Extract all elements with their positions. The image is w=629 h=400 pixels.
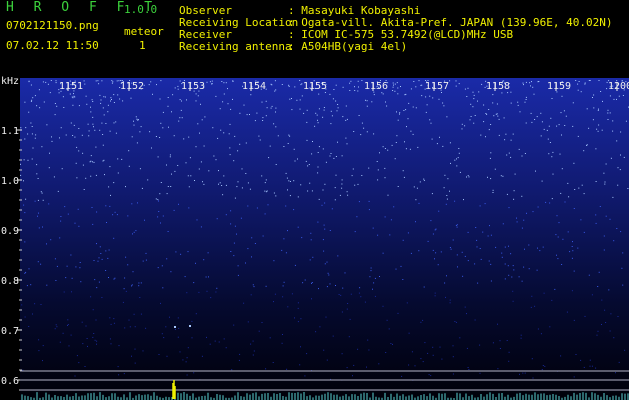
freq-tick-label: 0.7 xyxy=(1,326,19,337)
time-tick-label: 1156 xyxy=(364,81,388,92)
freq-tick-label: 1.0 xyxy=(1,176,19,187)
freq-tick-label: 0.6 xyxy=(1,376,19,387)
time-tick-label: 1200 xyxy=(608,81,629,92)
spectrogram: 1151 1152 1153 1154 1155 1156 1157 1158 1159 1200… xyxy=(1,76,629,400)
freq-tick-label: 0.8 xyxy=(1,276,19,287)
time-tick-label: 1154 xyxy=(242,81,266,92)
time-tick-label: 1157 xyxy=(425,81,449,92)
time-tick-label: 1158 xyxy=(486,81,510,92)
echo-dot xyxy=(189,325,191,327)
time-tick-label: 1151 xyxy=(59,81,83,92)
frequency-unit: kHz xyxy=(1,76,19,87)
freq-tick-label: 0.9 xyxy=(1,226,19,237)
time-tick-label: 1155 xyxy=(303,81,327,92)
spectrogram-background xyxy=(20,78,629,400)
time-tick-label: 1159 xyxy=(547,81,571,92)
time-tick-label: 1153 xyxy=(181,81,205,92)
freq-tick-label: 1.1 xyxy=(1,126,19,137)
echo-dot xyxy=(174,326,176,328)
time-tick-label: 1152 xyxy=(120,81,144,92)
